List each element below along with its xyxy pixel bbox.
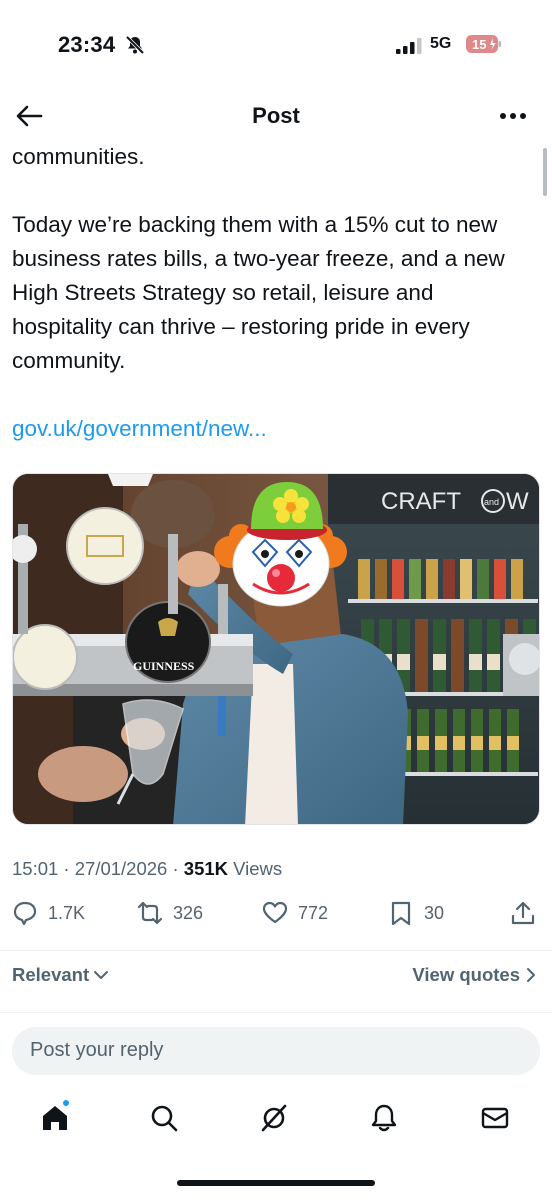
home-indicator[interactable] (177, 1180, 375, 1186)
reply-icon (13, 901, 37, 926)
nav-search[interactable] (147, 1101, 181, 1135)
nav-messages[interactable] (478, 1101, 512, 1135)
status-time: 23:34 (58, 32, 116, 57)
repost-count: 326 (173, 902, 204, 923)
post-image[interactable]: CRAFT and W GUINNESS (12, 473, 540, 825)
post-header: Post (0, 90, 552, 142)
relevant-label: Relevant (12, 964, 90, 985)
reply-sort-row: Relevant View quotes (0, 962, 552, 992)
like-count: 772 (298, 902, 329, 923)
status-bar: 23:34 5G 15 (0, 0, 552, 90)
home-notification-dot (61, 1098, 71, 1108)
network-label: 5G (430, 35, 452, 52)
reply-button[interactable]: 1.7K (12, 900, 85, 926)
post-text-fragment: communities. (12, 144, 145, 169)
nav-grok[interactable] (257, 1101, 291, 1135)
bookmark-button[interactable]: 30 (388, 900, 444, 926)
chevron-down-icon (94, 971, 109, 979)
relevant-dropdown[interactable]: Relevant (12, 964, 109, 986)
share-icon (511, 901, 535, 925)
signal-icon (396, 38, 422, 54)
battery-level: 15 (472, 37, 486, 52)
repost-button[interactable]: 326 (137, 900, 203, 926)
bell-slash-icon (125, 35, 145, 55)
reply-placeholder: Post your reply (30, 1039, 164, 1061)
divider (0, 950, 552, 951)
repost-icon (137, 901, 163, 925)
like-button[interactable]: 772 (262, 900, 328, 926)
heart-icon (262, 901, 288, 924)
search-icon (151, 1105, 178, 1132)
post-link[interactable]: gov.uk/government/new... (12, 412, 532, 446)
share-button[interactable] (510, 900, 536, 926)
post-timestamp: 15:01 · 27/01/2026 · (12, 858, 184, 879)
post-body: communities. Today we’re backing them wi… (12, 140, 532, 446)
bookmark-count: 30 (424, 902, 445, 923)
grok-icon (261, 1104, 287, 1132)
bookmark-icon (391, 901, 411, 926)
view-quotes-label: View quotes (412, 964, 520, 985)
image-sign-small: and (484, 497, 499, 507)
view-quotes-link[interactable]: View quotes (412, 964, 536, 986)
battery-icon: 15 (466, 35, 502, 53)
chevron-right-icon (527, 968, 535, 982)
mail-icon (481, 1107, 509, 1129)
action-bar: 1.7K 326 772 30 (0, 900, 552, 936)
image-sign-text: CRAFT (381, 488, 461, 515)
bottom-nav (0, 1095, 552, 1145)
page-title: Post (252, 103, 300, 128)
divider (0, 1012, 552, 1013)
image-tap-label: GUINNESS (133, 659, 195, 673)
bell-icon (371, 1104, 397, 1132)
reply-count: 1.7K (48, 902, 86, 923)
nav-notifications[interactable] (367, 1101, 401, 1135)
more-button[interactable] (498, 104, 528, 128)
views-count: 351K (183, 858, 229, 879)
reply-input[interactable]: Post your reply (12, 1027, 540, 1075)
more-horizontal-icon (500, 113, 526, 119)
views-label: Views (228, 858, 283, 879)
post-paragraph: Today we’re backing them with a 15% cut … (12, 212, 505, 373)
post-meta: 15:01 · 27/01/2026 · 351K Views (12, 858, 282, 880)
scrollbar-thumb[interactable] (543, 148, 547, 196)
image-sign-tail: W (506, 488, 529, 515)
